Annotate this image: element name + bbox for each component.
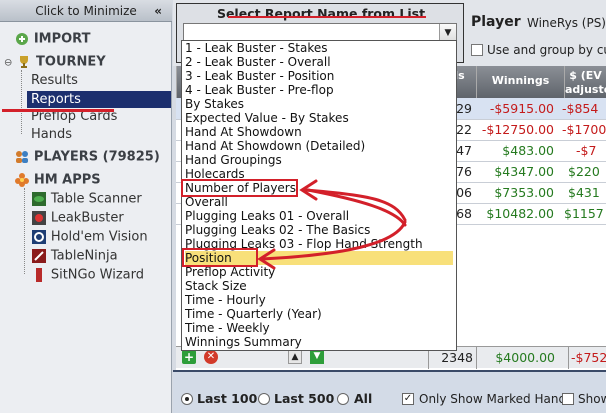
annotation-arrow <box>257 179 407 270</box>
annotation-arrows <box>257 179 407 270</box>
